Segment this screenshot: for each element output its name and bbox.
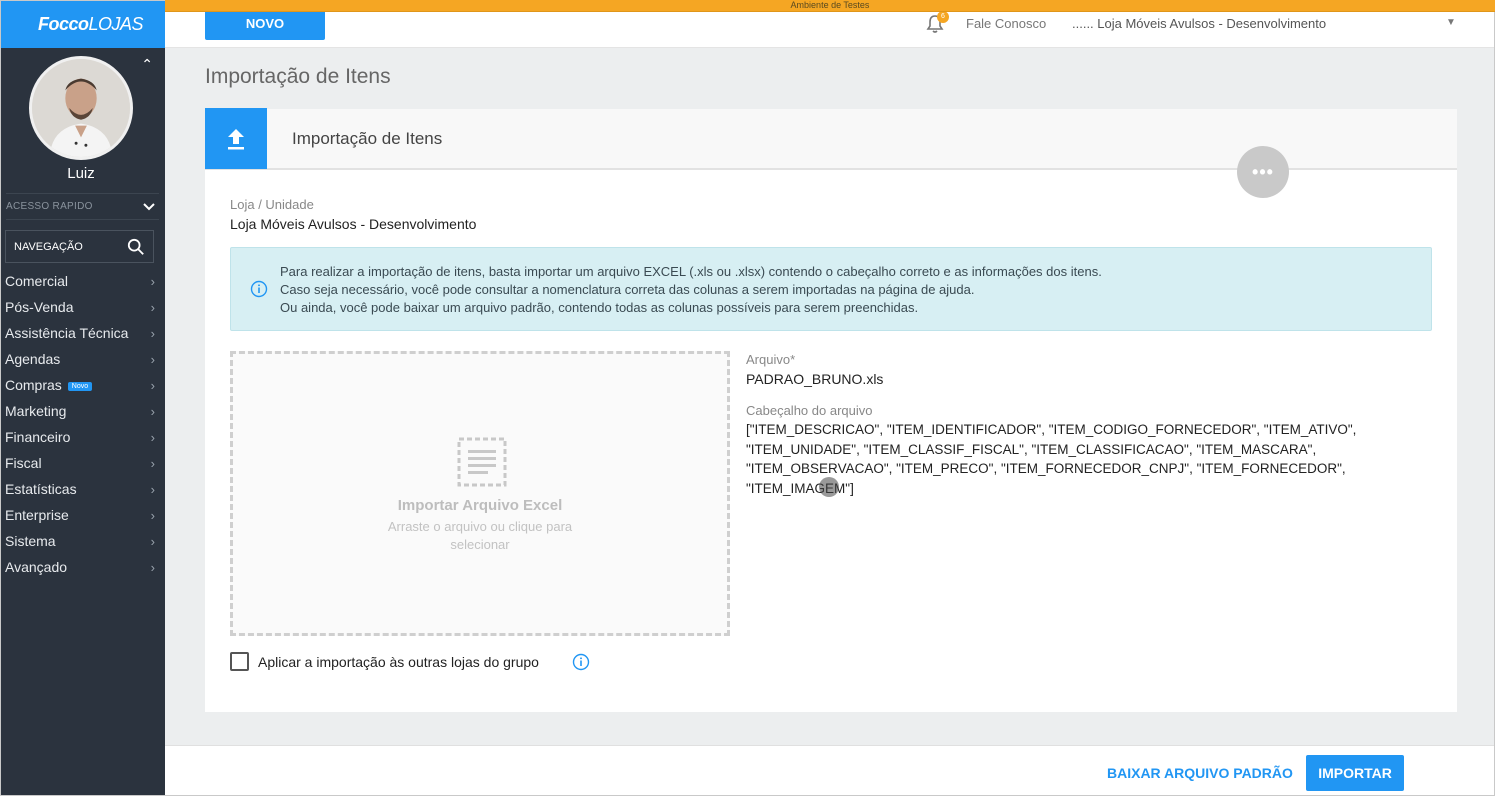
chevron-right-icon: ›	[150, 455, 155, 471]
sidebar-item-fiscal[interactable]: Fiscal ›	[0, 450, 165, 476]
header-line: "ITEM_IMAGEM"]	[746, 480, 854, 496]
download-template-button[interactable]: BAIXAR ARQUIVO PADRÃO	[1107, 765, 1293, 781]
quick-access-label: ACESSO RAPIDO	[6, 201, 93, 212]
sidebar-item-label: Compras	[5, 377, 62, 393]
sidebar-item-estatisticas[interactable]: Estatísticas ›	[0, 476, 165, 502]
new-badge: Novo	[67, 381, 93, 391]
apply-group-checkbox[interactable]	[230, 652, 249, 671]
sidebar-item-comercial[interactable]: Comercial ›	[0, 268, 165, 294]
logo-bold-text: Focco	[38, 13, 89, 34]
user-profile: ⌃ Luiz	[0, 48, 165, 193]
card-title: Importação de Itens	[292, 128, 443, 148]
sidebar-item-label: Assistência Técnica	[5, 325, 129, 341]
info-icon	[250, 280, 268, 298]
sidebar-item-compras[interactable]: Compras Novo ›	[0, 372, 165, 398]
dropzone-title: Importar Arquivo Excel	[397, 497, 563, 514]
nav-list: Comercial › Pós-Venda › Assistência Técnic…	[0, 268, 165, 580]
page-title: Importação de Itens	[205, 65, 391, 88]
sidebar-item-label: Comercial	[5, 273, 69, 289]
contact-link[interactable]: Fale Conosco	[966, 16, 1046, 31]
file-header-label: Cabeçalho do arquivo	[746, 403, 873, 418]
sidebar-item-label: Sistema	[5, 533, 56, 549]
chevron-down-icon	[143, 200, 155, 214]
sidebar-item-label: Marketing	[5, 403, 67, 419]
store-selector[interactable]: ...... Loja Móveis Avulsos - Desenvolvim…	[1072, 16, 1326, 31]
info-text: Para realizar a importação de itens, bas…	[280, 263, 1102, 317]
chevron-right-icon: ›	[150, 403, 155, 419]
file-document-icon	[457, 437, 507, 487]
apply-group-label[interactable]: Aplicar a importação às outras lojas do …	[258, 654, 539, 670]
logo-thin-text: LOJAS	[88, 13, 144, 34]
avatar-photo	[32, 59, 130, 157]
info-icon[interactable]	[572, 653, 590, 671]
store-label: Loja / Unidade	[230, 197, 314, 212]
file-name: PADRAO_BRUNO.xls	[746, 371, 884, 387]
sidebar-item-label: Avançado	[5, 559, 68, 575]
chevron-right-icon: ›	[150, 377, 155, 393]
store-value: Loja Móveis Avulsos - Desenvolvimento	[230, 216, 477, 232]
sidebar-item-label: Estatísticas	[5, 481, 77, 497]
environment-banner: Ambiente de Testes	[165, 0, 1495, 12]
search-icon[interactable]	[127, 238, 145, 256]
chevron-right-icon: ›	[150, 325, 155, 341]
import-button[interactable]: IMPORTAR	[1306, 755, 1404, 791]
sidebar-item-financeiro[interactable]: Financeiro ›	[0, 424, 165, 450]
header-line: "ITEM_UNIDADE", "ITEM_CLASSIF_FISCAL", "…	[746, 441, 1317, 457]
sidebar-item-pos-venda[interactable]: Pós-Venda ›	[0, 294, 165, 320]
chevron-right-icon: ›	[150, 299, 155, 315]
info-alert: Para realizar a importação de itens, bas…	[230, 247, 1432, 331]
chevron-up-icon[interactable]: ⌃	[141, 56, 153, 73]
info-line: Para realizar a importação de itens, bas…	[280, 264, 1102, 279]
avatar[interactable]	[29, 56, 133, 160]
chevron-right-icon: ›	[150, 559, 155, 575]
mouse-cursor-indicator	[819, 477, 839, 497]
chevron-right-icon: ›	[150, 273, 155, 289]
notification-count-badge: 6	[937, 11, 949, 23]
user-name: Luiz	[67, 165, 95, 182]
action-footer: BAIXAR ARQUIVO PADRÃO IMPORTAR	[165, 745, 1495, 796]
import-card: Importação de Itens ••• Loja / Unidade L…	[205, 108, 1457, 712]
sidebar-item-avancado[interactable]: Avançado ›	[0, 554, 165, 580]
upload-icon	[205, 108, 267, 169]
file-header-value: ["ITEM_DESCRICAO", "ITEM_IDENTIFICADOR",…	[746, 420, 1386, 498]
info-line: Ou ainda, você pode baixar um arquivo pa…	[280, 300, 919, 315]
nav-search-input[interactable]: NAVEGAÇÃO	[5, 230, 154, 263]
sidebar-item-sistema[interactable]: Sistema ›	[0, 528, 165, 554]
chevron-right-icon: ›	[150, 507, 155, 523]
app-logo[interactable]: FoccoLOJAS	[38, 13, 144, 35]
chevron-right-icon: ›	[150, 351, 155, 367]
logo-bar[interactable]: FoccoLOJAS	[0, 0, 165, 48]
sidebar-item-label: Pós-Venda	[5, 299, 74, 315]
sidebar-item-label: Fiscal	[5, 455, 42, 471]
caret-down-icon[interactable]: ▼	[1446, 17, 1456, 28]
sidebar-item-enterprise[interactable]: Enterprise ›	[0, 502, 165, 528]
nav-search-label: NAVEGAÇÃO	[14, 240, 83, 253]
sidebar-item-assistencia-tecnica[interactable]: Assistência Técnica ›	[0, 320, 165, 346]
sidebar-item-label: Agendas	[5, 351, 61, 367]
sidebar: FoccoLOJAS ⌃ Luiz ACESSO RAPIDO NAVEGAÇÃ…	[0, 0, 165, 796]
sidebar-item-label: Financeiro	[5, 429, 71, 445]
chevron-right-icon: ›	[150, 533, 155, 549]
quick-access-toggle[interactable]: ACESSO RAPIDO	[6, 193, 159, 220]
file-label: Arquivo*	[746, 352, 796, 367]
dropzone-subtitle: Arraste o arquivo ou clique para selecio…	[387, 519, 573, 552]
sidebar-item-marketing[interactable]: Marketing ›	[0, 398, 165, 424]
sidebar-item-label: Enterprise	[5, 507, 69, 523]
chevron-right-icon: ›	[150, 429, 155, 445]
sidebar-item-agendas[interactable]: Agendas ›	[0, 346, 165, 372]
header-line: ["ITEM_DESCRICAO", "ITEM_IDENTIFICADOR",…	[746, 422, 1357, 437]
file-dropzone[interactable]: Importar Arquivo Excel Arraste o arquivo…	[230, 351, 730, 636]
chevron-right-icon: ›	[150, 481, 155, 497]
header-line: "ITEM_OBSERVACAO", "ITEM_PRECO", "ITEM_F…	[746, 461, 1346, 476]
more-options-button[interactable]: •••	[1237, 146, 1289, 198]
info-line: Caso seja necessário, você pode consulta…	[280, 282, 975, 297]
